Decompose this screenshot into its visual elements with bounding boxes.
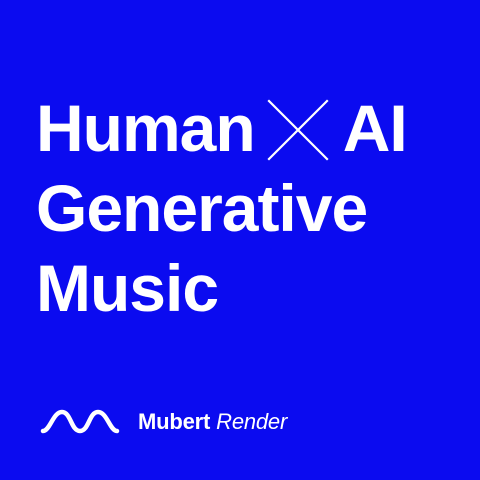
brand-lockup: Mubert Render xyxy=(40,404,287,440)
headline-line-1: Human AI xyxy=(36,88,408,168)
brand-name: Mubert xyxy=(138,409,211,434)
headline-line-2: Generative xyxy=(36,171,368,245)
poster: Human AI Generative Music Mubert Render xyxy=(0,0,480,480)
headline-word-ai: AI xyxy=(342,91,408,165)
brand-product: Render xyxy=(216,409,288,434)
headline-line-3: Music xyxy=(36,251,219,325)
wave-logo-icon xyxy=(40,404,120,440)
cross-icon xyxy=(267,99,329,161)
headline: Human AI Generative Music xyxy=(36,88,408,328)
headline-word-human: Human xyxy=(36,91,256,165)
